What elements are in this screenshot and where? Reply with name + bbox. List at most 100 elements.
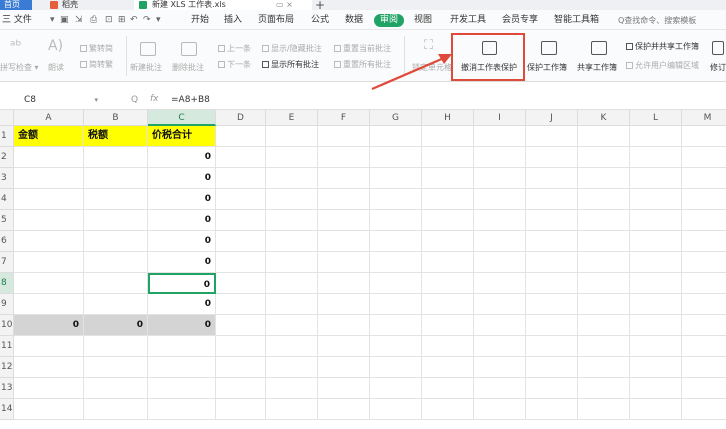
cell-g4[interactable] <box>370 189 422 210</box>
row-header-6[interactable]: 6 <box>0 231 14 252</box>
cell-b13[interactable] <box>84 378 148 399</box>
cell-i12[interactable] <box>474 357 526 378</box>
cell-h10[interactable] <box>422 315 474 336</box>
cell-g7[interactable] <box>370 252 422 273</box>
cell-h3[interactable] <box>422 168 474 189</box>
menu-formulas[interactable]: 公式 <box>311 14 329 27</box>
redo-icon[interactable]: ↷ <box>143 15 151 25</box>
cell-g9[interactable] <box>370 294 422 315</box>
cell-a8[interactable] <box>14 273 84 294</box>
cell-h2[interactable] <box>422 147 474 168</box>
cell-j14[interactable] <box>526 399 578 420</box>
trad-to-simp-button[interactable]: 繁转简 <box>80 44 113 54</box>
cell-d14[interactable] <box>216 399 266 420</box>
cell-f12[interactable] <box>318 357 370 378</box>
cell-f3[interactable] <box>318 168 370 189</box>
cell-k1[interactable] <box>578 126 630 147</box>
export-icon[interactable]: ⇲ <box>75 15 83 25</box>
cell-f13[interactable] <box>318 378 370 399</box>
cell-a1[interactable]: 金额 <box>14 126 84 147</box>
cell-a10[interactable]: 0 <box>14 315 84 336</box>
menu-page-layout[interactable]: 页面布局 <box>258 14 294 27</box>
cell-f14[interactable] <box>318 399 370 420</box>
cell-b2[interactable] <box>84 147 148 168</box>
cell-g10[interactable] <box>370 315 422 336</box>
cell-b1[interactable]: 税额 <box>84 126 148 147</box>
cell-g11[interactable] <box>370 336 422 357</box>
cell-l9[interactable] <box>630 294 682 315</box>
cell-b6[interactable] <box>84 231 148 252</box>
cell-b5[interactable] <box>84 210 148 231</box>
column-header-h[interactable]: H <box>422 110 474 126</box>
cell-l7[interactable] <box>630 252 682 273</box>
cell-f6[interactable] <box>318 231 370 252</box>
print-icon[interactable]: ⎙ <box>90 15 97 25</box>
cell-m9[interactable] <box>682 294 726 315</box>
command-search[interactable]: Q查找命令、搜索模板 <box>618 15 696 26</box>
cell-e7[interactable] <box>266 252 318 273</box>
save-icon[interactable]: ▣ <box>60 15 69 25</box>
cell-c5[interactable]: 0 <box>148 210 216 231</box>
cell-a4[interactable] <box>14 189 84 210</box>
cell-i1[interactable] <box>474 126 526 147</box>
cell-h9[interactable] <box>422 294 474 315</box>
column-header-b[interactable]: B <box>84 110 148 126</box>
cell-e1[interactable] <box>266 126 318 147</box>
cell-c13[interactable] <box>148 378 216 399</box>
track-changes-button[interactable]: 修订 <box>710 63 726 73</box>
formula-input[interactable]: =A8+B8 <box>171 94 210 107</box>
cell-a6[interactable] <box>14 231 84 252</box>
protect-workbook-button[interactable]: 保护工作簿 <box>527 63 567 73</box>
cell-f2[interactable] <box>318 147 370 168</box>
cell-e8[interactable] <box>266 273 318 294</box>
cell-b9[interactable] <box>84 294 148 315</box>
cell-e5[interactable] <box>266 210 318 231</box>
menu-member[interactable]: 会员专享 <box>502 14 538 27</box>
cell-j13[interactable] <box>526 378 578 399</box>
cell-j11[interactable] <box>526 336 578 357</box>
chevron-down-icon[interactable]: ▾ <box>94 94 98 107</box>
cell-g1[interactable] <box>370 126 422 147</box>
cell-j12[interactable] <box>526 357 578 378</box>
cell-d10[interactable] <box>216 315 266 336</box>
cell-i9[interactable] <box>474 294 526 315</box>
cell-f8[interactable] <box>318 273 370 294</box>
cell-h12[interactable] <box>422 357 474 378</box>
monitor-icon[interactable]: ▭ <box>276 0 284 9</box>
cell-k2[interactable] <box>578 147 630 168</box>
cell-k13[interactable] <box>578 378 630 399</box>
menu-developer[interactable]: 开发工具 <box>450 14 486 27</box>
zoom-icon[interactable]: Q <box>131 95 138 105</box>
cell-e6[interactable] <box>266 231 318 252</box>
allow-edit-ranges-button[interactable]: 允许用户编辑区域 <box>626 61 699 71</box>
cell-c11[interactable] <box>148 336 216 357</box>
cell-d13[interactable] <box>216 378 266 399</box>
share-workbook-button[interactable]: 共享工作簿 <box>577 63 617 73</box>
select-all-corner[interactable] <box>0 110 14 126</box>
cell-m11[interactable] <box>682 336 726 357</box>
cell-i8[interactable] <box>474 273 526 294</box>
cell-l13[interactable] <box>630 378 682 399</box>
cell-a11[interactable] <box>14 336 84 357</box>
cell-b8[interactable] <box>84 273 148 294</box>
cell-h11[interactable] <box>422 336 474 357</box>
cell-l6[interactable] <box>630 231 682 252</box>
cell-k9[interactable] <box>578 294 630 315</box>
quick-access-dropdown-icon[interactable]: ▾ <box>156 15 161 25</box>
column-header-j[interactable]: J <box>526 110 578 126</box>
cell-d12[interactable] <box>216 357 266 378</box>
cell-d4[interactable] <box>216 189 266 210</box>
cell-m1[interactable] <box>682 126 726 147</box>
cell-e13[interactable] <box>266 378 318 399</box>
cell-k3[interactable] <box>578 168 630 189</box>
cell-d1[interactable] <box>216 126 266 147</box>
cell-m6[interactable] <box>682 231 726 252</box>
cell-c2[interactable]: 0 <box>148 147 216 168</box>
cell-d2[interactable] <box>216 147 266 168</box>
cell-c12[interactable] <box>148 357 216 378</box>
cell-f1[interactable] <box>318 126 370 147</box>
cell-a12[interactable] <box>14 357 84 378</box>
undo-icon[interactable]: ↶ <box>130 15 138 25</box>
cell-l3[interactable] <box>630 168 682 189</box>
tab-close-icon[interactable]: × <box>286 0 293 9</box>
